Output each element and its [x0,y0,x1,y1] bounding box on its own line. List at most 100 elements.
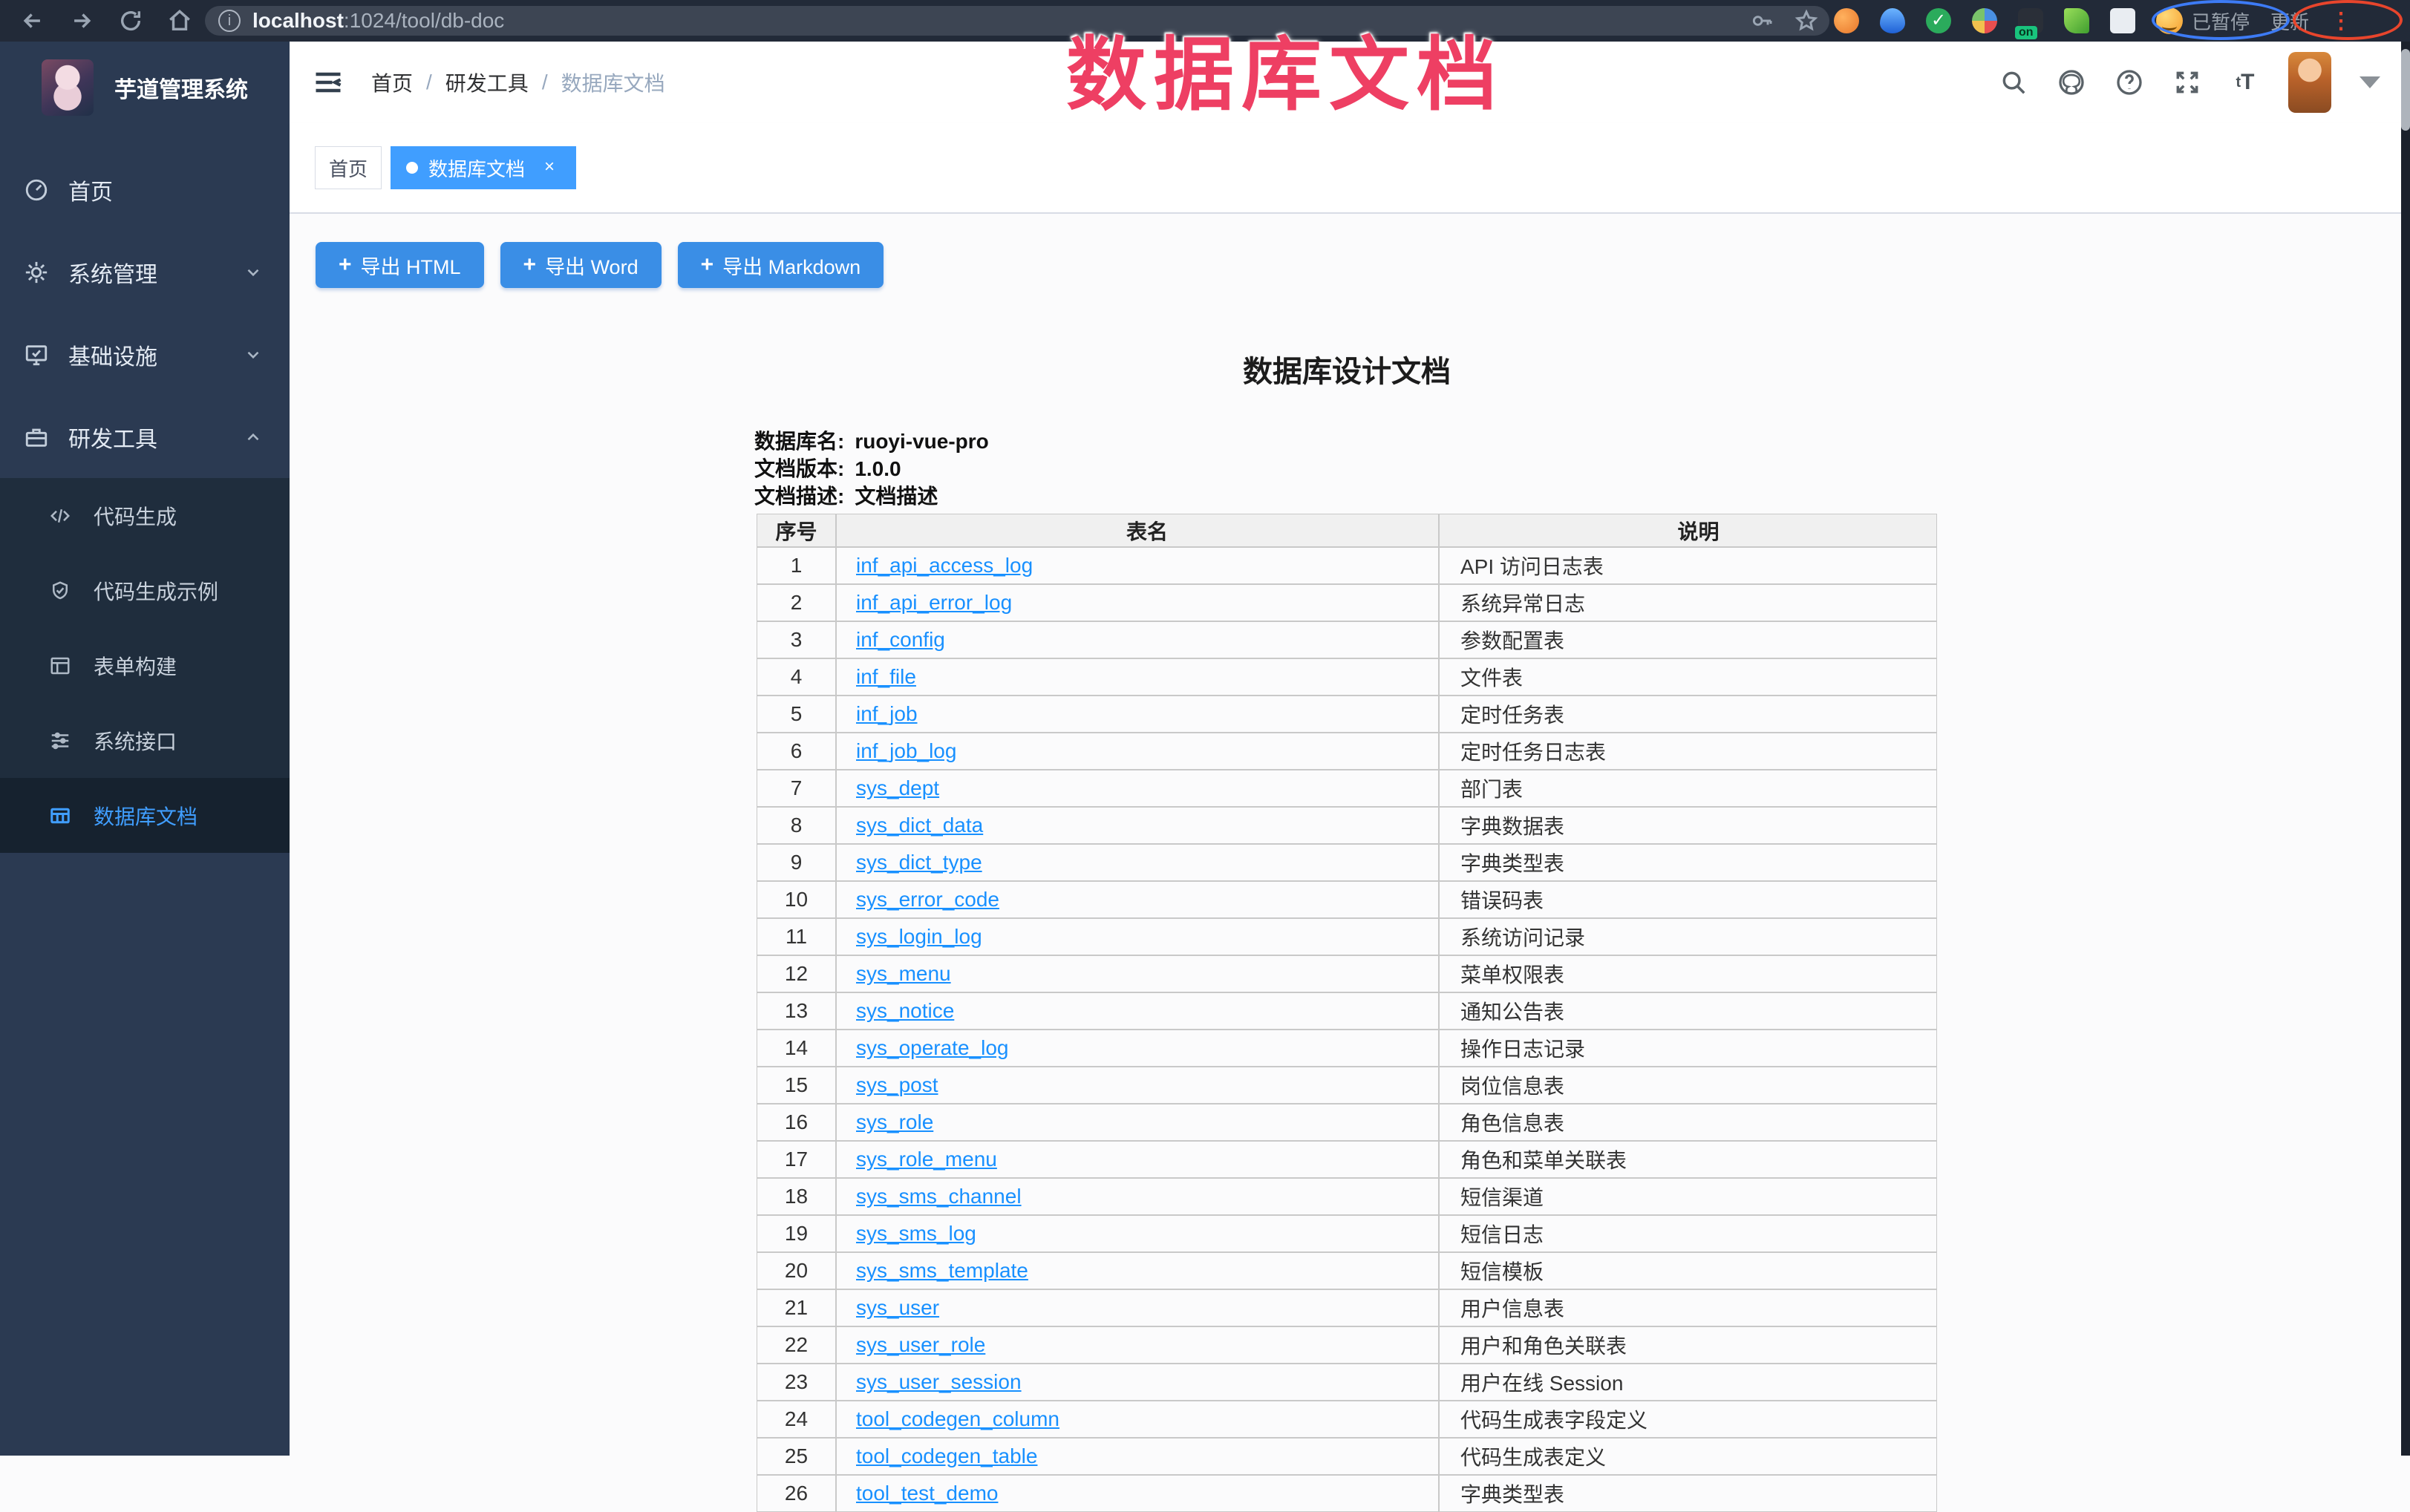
table-name-link[interactable]: sys_error_code [856,888,999,911]
help-icon[interactable] [2115,68,2144,97]
table-name-link[interactable]: sys_role [856,1110,933,1133]
breadcrumb-home[interactable]: 首页 [371,68,413,97]
sidebar-item-db-doc[interactable]: 数据库文档 [0,778,290,853]
export-markdown-button[interactable]: + 导出 Markdown [678,242,884,288]
navbar-actions: tT [1999,42,2380,123]
table-name-link[interactable]: inf_api_access_log [856,554,1033,577]
table-name-cell: sys_error_code [836,881,1439,918]
github-icon[interactable] [2057,68,2086,97]
extension-on-badge: on [2015,26,2037,39]
sidebar-item-api[interactable]: 系统接口 [0,703,290,778]
logo[interactable]: 芋道管理系统 [0,42,290,129]
table-name-link[interactable]: sys_sms_channel [856,1185,1022,1208]
sidebar-item-label: 数据库文档 [94,801,197,831]
scrollbar-thumb[interactable] [2401,49,2410,131]
row-index: 12 [757,955,836,992]
extension-check-icon[interactable] [1926,8,1951,33]
sidebar-item-devtools[interactable]: 研发工具 [0,396,290,478]
table-name-link[interactable]: tool_test_demo [856,1482,998,1505]
table-desc-cell: 用户和角色关联表 [1439,1326,1937,1364]
tab-label: 数据库文档 [428,154,525,182]
col-header-desc: 说明 [1439,514,1937,547]
table-name-link[interactable]: sys_sms_template [856,1259,1028,1282]
extension-pin-icon[interactable] [1880,8,1905,33]
back-icon[interactable] [16,4,49,37]
breadcrumb-current: 数据库文档 [561,68,665,97]
address-bar[interactable]: i localhost:1024/tool/db-doc [205,6,1829,36]
update-button[interactable]: 更新 [2270,7,2309,35]
table-name-link[interactable]: sys_user_role [856,1333,985,1356]
table-row: 23sys_user_session用户在线 Session [757,1364,1937,1401]
fullscreen-icon[interactable] [2172,68,2202,97]
table-name-link[interactable]: tool_codegen_column [856,1407,1059,1430]
table-name-link[interactable]: sys_role_menu [856,1148,997,1171]
row-index: 13 [757,992,836,1030]
site-info-icon[interactable]: i [218,10,241,32]
table-name-cell: sys_user_session [836,1364,1439,1401]
sidebar-item-home[interactable]: 首页 [0,148,290,231]
table-name-link[interactable]: sys_dict_data [856,814,983,837]
font-size-icon[interactable]: tT [2230,68,2260,97]
close-icon[interactable]: × [538,157,561,179]
paused-badge[interactable]: 已暂停 [2156,7,2250,35]
extension-proxy-icon[interactable]: on [2018,8,2043,33]
sidebar-item-label: 代码生成示例 [94,576,218,606]
table-name-link[interactable]: inf_config [856,628,945,651]
extension-orange-icon[interactable] [1834,8,1859,33]
caret-down-icon[interactable] [2360,76,2380,88]
hamburger-icon[interactable] [312,66,344,99]
browser-menu-icon[interactable]: ⋮ [2330,8,2352,34]
db-name-line: 数据库名:ruoyi-vue-pro [754,428,989,455]
table-name-link[interactable]: inf_api_error_log [856,591,1012,614]
table-name-link[interactable]: sys_post [856,1073,938,1096]
table-name-link[interactable]: inf_job [856,702,918,725]
table-name-link[interactable]: sys_operate_log [856,1036,1008,1059]
avatar[interactable] [2288,52,2331,113]
table-row: 13 sys_notice 通知公告表 [757,992,1937,1030]
breadcrumb-devtools[interactable]: 研发工具 [445,68,529,97]
active-dot [406,162,418,174]
table-name-link[interactable]: inf_file [856,665,916,688]
password-key-icon[interactable] [1749,4,1774,37]
table-name-cell: sys_dict_type [836,844,1439,881]
sidebar-item-form-builder[interactable]: 表单构建 [0,628,290,703]
refresh-icon[interactable] [114,4,147,37]
extension-grid-icon[interactable] [1972,8,1997,33]
table-name-link[interactable]: sys_notice [856,999,954,1022]
sidebar-item-infra[interactable]: 基础设施 [0,313,290,396]
forward-icon[interactable] [65,4,98,37]
table-name-link[interactable]: sys_user_session [856,1370,1022,1393]
bookmark-star-icon[interactable] [1794,4,1819,37]
table-desc-cell: 系统访问记录 [1439,918,1937,955]
tables-index-table: 序号 表名 说明 1inf_api_access_logAPI 访问日志表2in… [757,514,1937,1512]
export-html-button[interactable]: + 导出 HTML [316,242,484,288]
table-name-link[interactable]: sys_dept [856,776,939,799]
table-desc-cell: 用户信息表 [1439,1289,1937,1326]
table-name-link[interactable]: sys_login_log [856,925,982,948]
home-icon[interactable] [163,4,196,37]
sidebar-item-codegen[interactable]: 代码生成 [0,478,290,553]
search-icon[interactable] [1999,68,2028,97]
table-row: 6inf_job_log定时任务日志表 [757,733,1937,770]
breadcrumb-separator: / [542,71,548,94]
table-name-link[interactable]: sys_user [856,1296,939,1319]
table-name-link[interactable]: sys_menu [856,962,951,985]
table-row: 22sys_user_role用户和角色关联表 [757,1326,1937,1364]
table-desc-cell: 通知公告表 [1439,992,1937,1030]
table-name-link[interactable]: tool_codegen_table [856,1444,1037,1467]
extension-leaf-icon[interactable] [2064,8,2089,33]
table-name-link[interactable]: sys_sms_log [856,1222,976,1245]
sidebar-item-system[interactable]: 系统管理 [0,231,290,313]
extensions-puzzle-icon[interactable] [2110,8,2135,33]
tab-home[interactable]: 首页 [315,146,382,189]
scrollbar-track[interactable] [2401,42,2410,1456]
table-name-cell: tool_codegen_table [836,1438,1439,1475]
table-name-link[interactable]: sys_dict_type [856,851,982,874]
export-word-button[interactable]: + 导出 Word [500,242,662,288]
table-name-link[interactable]: inf_job_log [856,739,956,762]
tab-db-doc[interactable]: 数据库文档 × [391,146,576,189]
table-name-cell: inf_job [836,696,1439,733]
table-desc-cell: 错误码表 [1439,881,1937,918]
sidebar-item-codegen-demo[interactable]: 代码生成示例 [0,553,290,628]
table-name-cell: sys_sms_template [836,1252,1439,1289]
